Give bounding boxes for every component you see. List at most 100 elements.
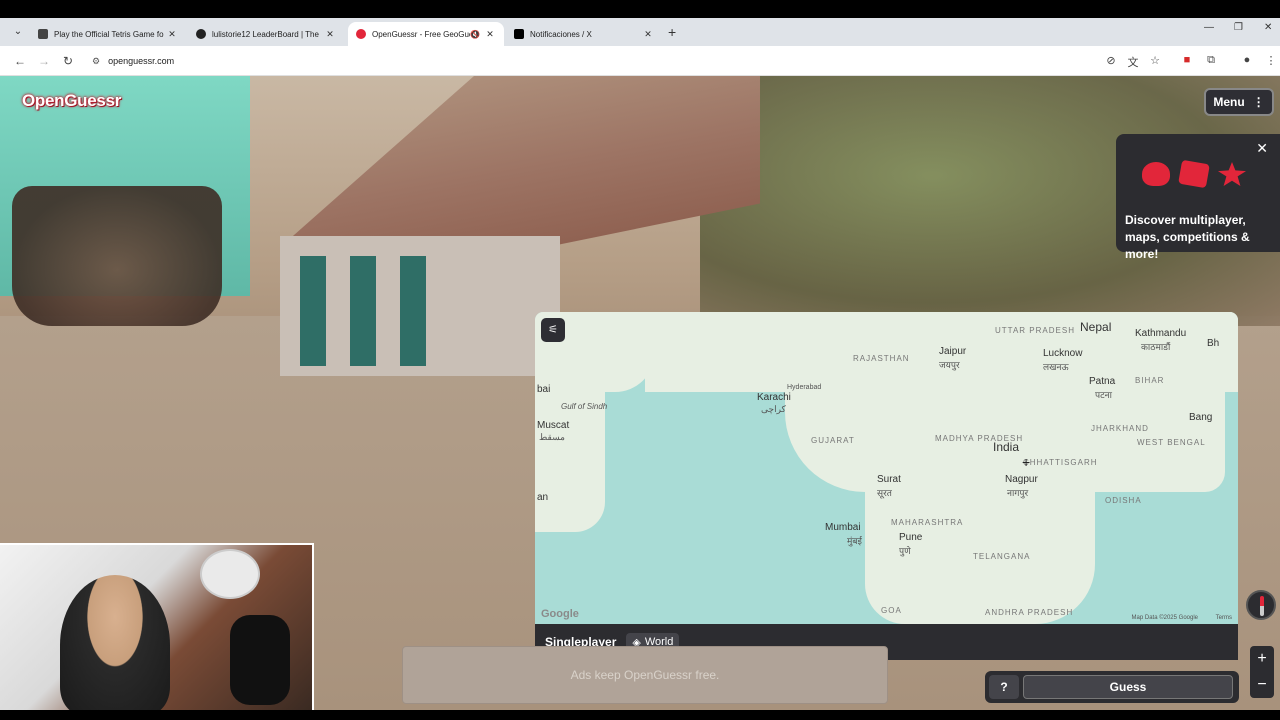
door-scene	[350, 256, 376, 366]
map-attribution: Map Data ©2025 Google	[1131, 615, 1198, 621]
door-scene	[300, 256, 326, 366]
site-info-icon[interactable]: ⚙	[92, 56, 100, 67]
url-text: openguessr.com	[108, 56, 175, 66]
map-label: नागपुर	[1007, 488, 1029, 498]
map-label: लखनऊ	[1043, 362, 1069, 372]
kebab-icon: ⋮	[1252, 95, 1265, 109]
new-tab-button[interactable]: +	[668, 24, 676, 40]
forward-button[interactable]: →	[36, 54, 52, 68]
door-scene	[400, 256, 426, 366]
tab-leaderboard[interactable]: lulistorie12 LeaderBoard | The ✕	[188, 22, 344, 46]
map-label: Surat	[877, 474, 901, 485]
tab-openguessr[interactable]: OpenGuessr - Free GeoGue 🔇 ✕	[348, 22, 504, 46]
map-label: Pune	[899, 532, 923, 543]
close-icon[interactable]: ✕	[642, 29, 654, 40]
map-label: Kathmandu	[1135, 328, 1187, 339]
map-label: Nagpur	[1005, 474, 1038, 485]
guess-map[interactable]: ⚟ Nepal Kathmandu काठमाडौं UTTAR PRADESH…	[535, 312, 1238, 624]
bookmark-star-icon[interactable]: ☆	[1148, 54, 1162, 67]
menu-label: Menu	[1213, 95, 1245, 109]
map-label: Muscat	[537, 420, 570, 431]
map-label: सूरत	[877, 488, 892, 498]
close-icon[interactable]: ✕	[484, 29, 496, 40]
window-close-button[interactable]: ✕	[1264, 22, 1272, 33]
webcam-overlay	[0, 543, 314, 710]
tetris-favicon-icon	[38, 29, 48, 39]
compass-needle	[1260, 596, 1264, 616]
address-bar: ← → ↻ ⚙ openguessr.com ⊘ 文 ☆ ■ ⧉ ● ⋮	[0, 46, 1280, 76]
tab-x-notifications[interactable]: Notificaciones / X ✕	[506, 22, 662, 46]
profile-avatar-icon[interactable]: ●	[1240, 54, 1254, 66]
map-label: Bh	[1207, 338, 1220, 349]
promo-close-icon[interactable]: ✕	[1256, 140, 1268, 157]
map-label: Lucknow	[1043, 348, 1083, 359]
promo-shapes	[1142, 158, 1246, 192]
map-label: مسقط	[539, 432, 565, 442]
guess-button[interactable]: Guess	[1023, 675, 1233, 699]
map-label: MAHARASHTRA	[891, 518, 964, 527]
zoom-out-button[interactable]: −	[1250, 672, 1274, 698]
map-label: WEST BENGAL	[1137, 438, 1206, 447]
map-label: GUJARAT	[811, 436, 855, 445]
restore-button[interactable]: ❐	[1234, 22, 1243, 33]
map-label: UTTAR PRADESH	[995, 326, 1075, 335]
browser-menu-icon[interactable]: ⋮	[1264, 54, 1278, 67]
microphone-scene	[230, 615, 290, 705]
map-label: Mumbai	[825, 522, 861, 533]
crosshair-cursor-icon: +	[1022, 454, 1031, 470]
map-label: जयपुर	[939, 360, 960, 370]
ad-placeholder: Ads keep OpenGuessr free.	[402, 646, 888, 704]
map-label: पुणे	[899, 546, 911, 556]
map-label: TELANGANA	[973, 552, 1031, 561]
red-star-icon	[1218, 162, 1246, 186]
map-settings-icon[interactable]: ⚟	[541, 318, 565, 342]
extensions-puzzle-icon[interactable]: ⧉	[1204, 54, 1218, 67]
map-label: bai	[537, 384, 551, 395]
google-logo: Google	[541, 608, 579, 620]
terms-link[interactable]: Terms	[1216, 615, 1232, 621]
help-button[interactable]: ?	[989, 675, 1019, 699]
compass-icon[interactable]	[1246, 590, 1276, 620]
map-label: काठमाडौं	[1141, 342, 1171, 352]
map-label: Patna	[1089, 376, 1116, 387]
tab-search-icon[interactable]: ⌄	[10, 24, 26, 40]
tab-title: lulistorie12 LeaderBoard | The	[212, 29, 319, 39]
tractor-scene	[12, 186, 222, 326]
guess-bar: ? Guess	[985, 671, 1239, 703]
close-icon[interactable]: ✕	[166, 29, 178, 40]
map-label: an	[537, 492, 549, 503]
extension-icon[interactable]: ■	[1180, 54, 1194, 66]
zoom-controls: + −	[1250, 646, 1274, 698]
tiled-roof-scene	[281, 76, 760, 246]
promo-panel[interactable]: ✕ Discover multiplayer, maps, competitio…	[1116, 134, 1280, 261]
map-label: کراچی	[761, 404, 786, 414]
eye-off-icon[interactable]: ⊘	[1104, 54, 1118, 67]
streamer-scene	[60, 575, 170, 710]
land-region	[535, 392, 605, 532]
openguessr-logo[interactable]: OpenGuessr	[22, 91, 121, 111]
zoom-in-button[interactable]: +	[1250, 646, 1274, 672]
red-blob-icon	[1142, 162, 1170, 186]
promo-text: Discover multiplayer, maps, competitions…	[1125, 213, 1250, 261]
map-label: India	[993, 440, 1020, 454]
reload-button[interactable]: ↻	[60, 54, 76, 68]
url-field[interactable]: ⚙ openguessr.com	[86, 50, 1100, 72]
house-scene	[280, 236, 560, 376]
close-icon[interactable]: ✕	[324, 29, 336, 40]
map-label: ANDHRA PRADESH	[985, 608, 1074, 617]
github-favicon-icon	[196, 29, 206, 39]
translate-icon[interactable]: 文	[1126, 54, 1140, 70]
minimize-button[interactable]: —	[1204, 22, 1214, 33]
map-label: CHHATTISGARH	[1023, 458, 1098, 467]
street-view-panorama[interactable]: OpenGuessr Menu ⋮ ✕ Discover multiplayer…	[0, 76, 1280, 710]
back-button[interactable]: ←	[12, 54, 28, 68]
map-label: Jaipur	[939, 346, 967, 357]
muted-speaker-icon[interactable]: 🔇	[470, 30, 480, 39]
tab-title: Play the Official Tetris Game fo	[54, 29, 164, 39]
map-label: Bang	[1189, 412, 1213, 423]
openguessr-favicon-icon	[356, 29, 366, 39]
map-label: Hyderabad	[787, 384, 822, 391]
menu-button[interactable]: Menu ⋮	[1204, 88, 1274, 116]
tab-tetris[interactable]: Play the Official Tetris Game fo ✕	[30, 22, 186, 46]
screen-bottom-bar	[0, 710, 1280, 720]
